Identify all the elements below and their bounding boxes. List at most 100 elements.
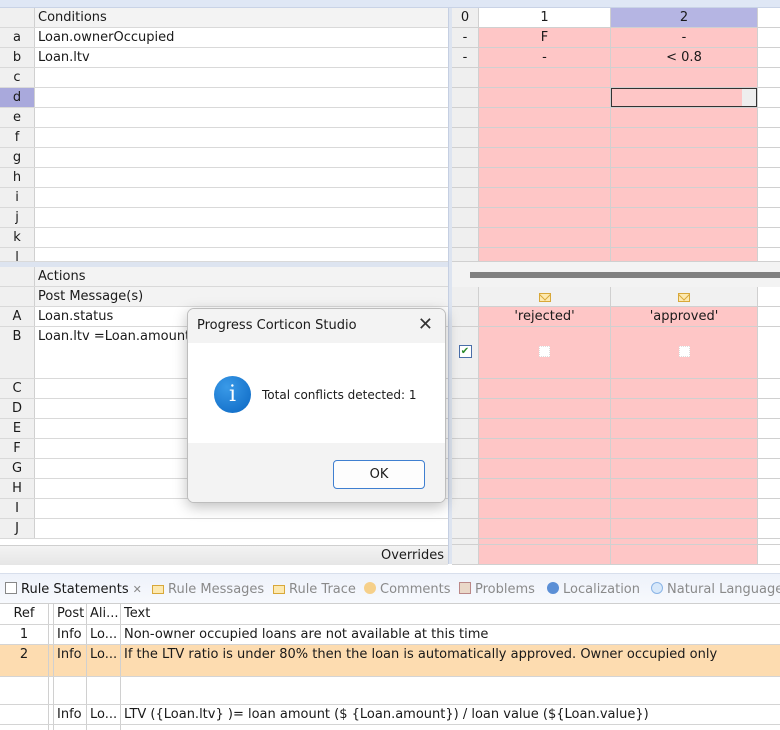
action-cell-col2[interactable]: [611, 399, 758, 418]
action-cell-col1[interactable]: [479, 499, 611, 518]
action-cell-col2[interactable]: [611, 419, 758, 438]
cell-col2[interactable]: [611, 68, 758, 87]
condition-expression[interactable]: [35, 228, 448, 247]
condition-expression[interactable]: [35, 108, 448, 127]
cell-col0[interactable]: [452, 399, 479, 418]
cell-col0[interactable]: -: [452, 28, 479, 47]
override-cell-col2[interactable]: [611, 545, 758, 564]
cell-col0[interactable]: [452, 545, 479, 564]
action-cell-col2[interactable]: [611, 499, 758, 518]
condition-row-id[interactable]: g: [0, 148, 35, 167]
horizontal-scrollbar[interactable]: [470, 272, 780, 278]
cell-col0[interactable]: [452, 208, 479, 227]
tab-problems[interactable]: Problems: [459, 582, 535, 597]
tab-comments[interactable]: Comments: [364, 582, 450, 597]
condition-expression[interactable]: [35, 68, 448, 87]
cell-ref[interactable]: [0, 677, 49, 704]
condition-row[interactable]: i: [0, 188, 448, 208]
cell-col2[interactable]: [611, 168, 758, 187]
cell-col0[interactable]: [452, 479, 479, 498]
action-cell-col1[interactable]: [479, 379, 611, 398]
cell-post[interactable]: Info: [54, 625, 87, 644]
condition-row-id[interactable]: k: [0, 228, 35, 247]
condition-expression[interactable]: [35, 88, 448, 107]
cell-col0[interactable]: [452, 419, 479, 438]
cell-col1[interactable]: [479, 248, 611, 261]
cell-ref[interactable]: 2: [0, 645, 49, 676]
cell-col1[interactable]: [479, 168, 611, 187]
condition-row-id[interactable]: d: [0, 88, 35, 107]
condition-row[interactable]: c: [0, 68, 448, 88]
ok-button[interactable]: OK: [333, 460, 425, 489]
cell-text[interactable]: Non-owner occupied loans are not availab…: [121, 625, 780, 644]
cell-col2[interactable]: < 0.8: [611, 48, 758, 67]
cell-col1[interactable]: [479, 108, 611, 127]
tab-localization[interactable]: Localization: [547, 582, 640, 597]
condition-row-id[interactable]: a: [0, 28, 35, 47]
condition-row-id[interactable]: b: [0, 48, 35, 67]
cell-col1[interactable]: [479, 188, 611, 207]
condition-expression[interactable]: [35, 128, 448, 147]
cell-col0[interactable]: ✔: [452, 327, 479, 378]
cell-col0[interactable]: -: [452, 48, 479, 67]
condition-row-id[interactable]: c: [0, 68, 35, 87]
condition-row[interactable]: j: [0, 208, 448, 228]
cell-col1[interactable]: [479, 208, 611, 227]
close-tab-icon[interactable]: ✕: [133, 583, 142, 596]
action-cell-col2[interactable]: [611, 479, 758, 498]
cell-col1[interactable]: [479, 128, 611, 147]
condition-row[interactable]: k: [0, 228, 448, 248]
cell-editor-dropdown[interactable]: [611, 88, 757, 107]
checked-checkbox[interactable]: ✔: [458, 345, 472, 358]
tab-rule-messages[interactable]: Rule Messages: [152, 582, 264, 597]
cell-col1[interactable]: F: [479, 28, 611, 47]
action-cell-col1[interactable]: [479, 439, 611, 458]
cell-post[interactable]: Info: [54, 705, 87, 724]
condition-expression[interactable]: [35, 168, 448, 187]
cell-col2-editing[interactable]: [611, 88, 758, 107]
cell-ref[interactable]: 1: [0, 625, 49, 644]
cell-col0[interactable]: [452, 439, 479, 458]
cell-col0[interactable]: [452, 168, 479, 187]
cell-col0[interactable]: [452, 228, 479, 247]
column-header-post[interactable]: Post: [54, 604, 87, 624]
action-row-id[interactable]: H: [0, 479, 35, 498]
condition-row-selected[interactable]: d: [0, 88, 448, 108]
cell-col2[interactable]: [611, 108, 758, 127]
condition-expression[interactable]: [35, 208, 448, 227]
cell-col2[interactable]: [611, 248, 758, 261]
action-row-id[interactable]: A: [0, 307, 35, 326]
tab-rule-trace[interactable]: Rule Trace: [273, 582, 356, 597]
cell-post[interactable]: Info: [54, 645, 87, 676]
action-row-id[interactable]: I: [0, 499, 35, 518]
condition-row[interactable]: a Loan.ownerOccupied: [0, 28, 448, 48]
action-cell-col1[interactable]: [479, 519, 611, 538]
action-cell-col1[interactable]: [479, 327, 611, 378]
post-message-cell-2[interactable]: [611, 287, 758, 306]
action-cell-col2[interactable]: [611, 519, 758, 538]
tab-natural-language[interactable]: Natural Language: [651, 582, 780, 597]
condition-row-id[interactable]: i: [0, 188, 35, 207]
cell-col1[interactable]: [479, 228, 611, 247]
cell-text[interactable]: LTV ({Loan.ltv} )= loan amount ($ {Loan.…: [121, 705, 780, 724]
cell-col0[interactable]: [452, 519, 479, 538]
action-row-id[interactable]: G: [0, 459, 35, 478]
rule-column-header-2-selected[interactable]: 2: [611, 8, 758, 27]
condition-row-id[interactable]: j: [0, 208, 35, 227]
cell-col1[interactable]: -: [479, 48, 611, 67]
action-cell-col1[interactable]: [479, 419, 611, 438]
cell-col0[interactable]: [452, 459, 479, 478]
action-cell-col1[interactable]: [479, 459, 611, 478]
cell-col0[interactable]: [452, 148, 479, 167]
tab-rule-statements[interactable]: Rule Statements ✕: [5, 582, 142, 597]
condition-row[interactable]: h: [0, 168, 448, 188]
column-header-text[interactable]: Text: [121, 604, 780, 624]
cell-alias[interactable]: Lo...: [87, 625, 121, 644]
condition-expression[interactable]: [35, 148, 448, 167]
action-expression[interactable]: [35, 519, 448, 538]
cell-text[interactable]: [121, 677, 780, 704]
condition-row-id[interactable]: f: [0, 128, 35, 147]
condition-expression[interactable]: Loan.ltv: [35, 48, 448, 67]
cell-col2[interactable]: [611, 228, 758, 247]
table-row[interactable]: [0, 677, 780, 705]
